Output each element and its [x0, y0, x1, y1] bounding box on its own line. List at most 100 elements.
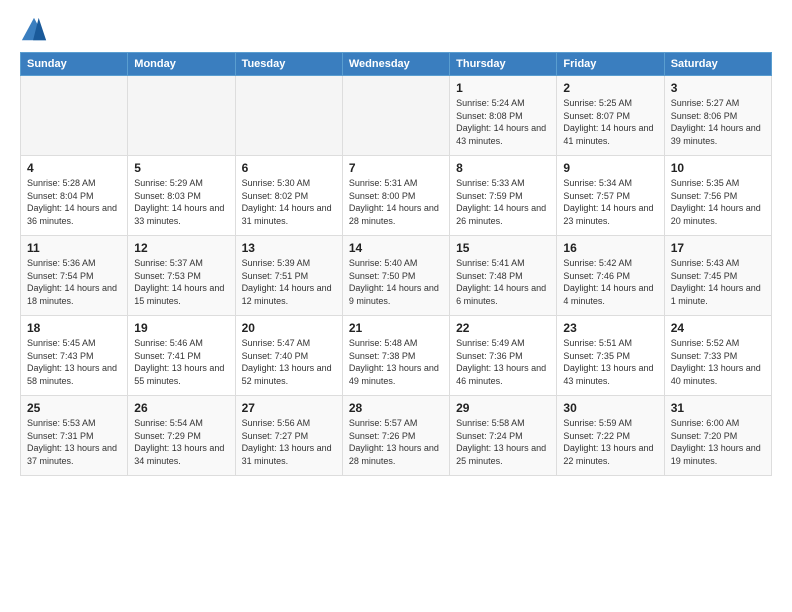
- calendar-week-1: 1 Sunrise: 5:24 AM Sunset: 8:08 PM Daylig…: [21, 76, 772, 156]
- calendar-cell: 6 Sunrise: 5:30 AM Sunset: 8:02 PM Daylig…: [235, 156, 342, 236]
- day-info: Sunrise: 5:36 AM Sunset: 7:54 PM Dayligh…: [27, 257, 121, 307]
- day-info: Sunrise: 5:37 AM Sunset: 7:53 PM Dayligh…: [134, 257, 228, 307]
- calendar-cell: 23 Sunrise: 5:51 AM Sunset: 7:35 PM Dayli…: [557, 316, 664, 396]
- calendar-cell: [235, 76, 342, 156]
- calendar-cell: 10 Sunrise: 5:35 AM Sunset: 7:56 PM Dayli…: [664, 156, 771, 236]
- day-number: 4: [27, 161, 121, 175]
- day-info: Sunrise: 5:51 AM Sunset: 7:35 PM Dayligh…: [563, 337, 657, 387]
- calendar-header-row: SundayMondayTuesdayWednesdayThursdayFrid…: [21, 53, 772, 76]
- calendar-cell: 25 Sunrise: 5:53 AM Sunset: 7:31 PM Dayli…: [21, 396, 128, 476]
- calendar-cell: 24 Sunrise: 5:52 AM Sunset: 7:33 PM Dayli…: [664, 316, 771, 396]
- calendar-cell: 13Sunrise: 5:39 AM Sunset: 7:51 PM Dayli…: [235, 236, 342, 316]
- calendar-cell: [342, 76, 449, 156]
- day-number: 2: [563, 81, 657, 95]
- day-number: 16: [563, 241, 657, 255]
- calendar-cell: 3 Sunrise: 5:27 AM Sunset: 8:06 PM Daylig…: [664, 76, 771, 156]
- day-number: 19: [134, 321, 228, 335]
- day-info: Sunrise: 5:25 AM Sunset: 8:07 PM Dayligh…: [563, 97, 657, 147]
- day-number: 1: [456, 81, 550, 95]
- day-info: Sunrise: 5:49 AM Sunset: 7:36 PM Dayligh…: [456, 337, 550, 387]
- day-info: Sunrise: 5:28 AM Sunset: 8:04 PM Dayligh…: [27, 177, 121, 227]
- weekday-header-thursday: Thursday: [450, 53, 557, 76]
- day-info: Sunrise: 5:24 AM Sunset: 8:08 PM Dayligh…: [456, 97, 550, 147]
- day-number: 15: [456, 241, 550, 255]
- day-number: 21: [349, 321, 443, 335]
- weekday-header-wednesday: Wednesday: [342, 53, 449, 76]
- calendar-week-5: 25 Sunrise: 5:53 AM Sunset: 7:31 PM Dayli…: [21, 396, 772, 476]
- page: SundayMondayTuesdayWednesdayThursdayFrid…: [0, 0, 792, 612]
- day-number: 6: [242, 161, 336, 175]
- weekday-header-friday: Friday: [557, 53, 664, 76]
- day-info: Sunrise: 5:46 AM Sunset: 7:41 PM Dayligh…: [134, 337, 228, 387]
- calendar-cell: 1 Sunrise: 5:24 AM Sunset: 8:08 PM Daylig…: [450, 76, 557, 156]
- calendar-cell: 2 Sunrise: 5:25 AM Sunset: 8:07 PM Daylig…: [557, 76, 664, 156]
- day-info: Sunrise: 5:56 AM Sunset: 7:27 PM Dayligh…: [242, 417, 336, 467]
- day-info: Sunrise: 5:43 AM Sunset: 7:45 PM Dayligh…: [671, 257, 765, 307]
- calendar-cell: [128, 76, 235, 156]
- day-info: Sunrise: 5:29 AM Sunset: 8:03 PM Dayligh…: [134, 177, 228, 227]
- day-info: Sunrise: 6:00 AM Sunset: 7:20 PM Dayligh…: [671, 417, 765, 467]
- day-info: Sunrise: 5:35 AM Sunset: 7:56 PM Dayligh…: [671, 177, 765, 227]
- day-number: 23: [563, 321, 657, 335]
- day-number: 3: [671, 81, 765, 95]
- calendar-cell: 30 Sunrise: 5:59 AM Sunset: 7:22 PM Dayli…: [557, 396, 664, 476]
- calendar-cell: 12 Sunrise: 5:37 AM Sunset: 7:53 PM Dayli…: [128, 236, 235, 316]
- day-info: Sunrise: 5:42 AM Sunset: 7:46 PM Dayligh…: [563, 257, 657, 307]
- day-info: Sunrise: 5:58 AM Sunset: 7:24 PM Dayligh…: [456, 417, 550, 467]
- weekday-header-sunday: Sunday: [21, 53, 128, 76]
- day-info: Sunrise: 5:47 AM Sunset: 7:40 PM Dayligh…: [242, 337, 336, 387]
- day-info: Sunrise: 5:57 AM Sunset: 7:26 PM Dayligh…: [349, 417, 443, 467]
- day-info: Sunrise: 5:30 AM Sunset: 8:02 PM Dayligh…: [242, 177, 336, 227]
- calendar-cell: 28 Sunrise: 5:57 AM Sunset: 7:26 PM Dayli…: [342, 396, 449, 476]
- day-number: 28: [349, 401, 443, 415]
- day-info: Sunrise: 5:27 AM Sunset: 8:06 PM Dayligh…: [671, 97, 765, 147]
- calendar-cell: 18 Sunrise: 5:45 AM Sunset: 7:43 PM Dayli…: [21, 316, 128, 396]
- day-info: Sunrise: 5:41 AM Sunset: 7:48 PM Dayligh…: [456, 257, 550, 307]
- day-info: Sunrise: 5:52 AM Sunset: 7:33 PM Dayligh…: [671, 337, 765, 387]
- weekday-header-monday: Monday: [128, 53, 235, 76]
- day-info: Sunrise: 5:59 AM Sunset: 7:22 PM Dayligh…: [563, 417, 657, 467]
- day-number: 9: [563, 161, 657, 175]
- day-number: 24: [671, 321, 765, 335]
- calendar-cell: 31 Sunrise: 6:00 AM Sunset: 7:20 PM Dayli…: [664, 396, 771, 476]
- day-info: Sunrise: 5:39 AM Sunset: 7:51 PM Dayligh…: [242, 257, 336, 307]
- calendar-cell: 19 Sunrise: 5:46 AM Sunset: 7:41 PM Dayli…: [128, 316, 235, 396]
- day-number: 12: [134, 241, 228, 255]
- calendar-cell: 22 Sunrise: 5:49 AM Sunset: 7:36 PM Dayli…: [450, 316, 557, 396]
- calendar-week-4: 18 Sunrise: 5:45 AM Sunset: 7:43 PM Dayli…: [21, 316, 772, 396]
- day-number: 17: [671, 241, 765, 255]
- day-number: 27: [242, 401, 336, 415]
- calendar-cell: 20Sunrise: 5:47 AM Sunset: 7:40 PM Dayli…: [235, 316, 342, 396]
- day-number: 22: [456, 321, 550, 335]
- day-number: 11: [27, 241, 121, 255]
- day-number: 5: [134, 161, 228, 175]
- calendar-cell: 15 Sunrise: 5:41 AM Sunset: 7:48 PM Dayli…: [450, 236, 557, 316]
- day-number: 7: [349, 161, 443, 175]
- calendar-table: SundayMondayTuesdayWednesdayThursdayFrid…: [20, 52, 772, 476]
- day-info: Sunrise: 5:40 AM Sunset: 7:50 PM Dayligh…: [349, 257, 443, 307]
- day-info: Sunrise: 5:31 AM Sunset: 8:00 PM Dayligh…: [349, 177, 443, 227]
- calendar-cell: 14 Sunrise: 5:40 AM Sunset: 7:50 PM Dayli…: [342, 236, 449, 316]
- day-number: 14: [349, 241, 443, 255]
- calendar-cell: 27 Sunrise: 5:56 AM Sunset: 7:27 PM Dayli…: [235, 396, 342, 476]
- day-info: Sunrise: 5:33 AM Sunset: 7:59 PM Dayligh…: [456, 177, 550, 227]
- calendar-cell: 7 Sunrise: 5:31 AM Sunset: 8:00 PM Daylig…: [342, 156, 449, 236]
- day-info: Sunrise: 5:48 AM Sunset: 7:38 PM Dayligh…: [349, 337, 443, 387]
- calendar-cell: 16 Sunrise: 5:42 AM Sunset: 7:46 PM Dayli…: [557, 236, 664, 316]
- calendar-cell: 26Sunrise: 5:54 AM Sunset: 7:29 PM Dayli…: [128, 396, 235, 476]
- calendar-cell: 11 Sunrise: 5:36 AM Sunset: 7:54 PM Dayli…: [21, 236, 128, 316]
- day-number: 25: [27, 401, 121, 415]
- calendar-cell: 5 Sunrise: 5:29 AM Sunset: 8:03 PM Daylig…: [128, 156, 235, 236]
- day-info: Sunrise: 5:45 AM Sunset: 7:43 PM Dayligh…: [27, 337, 121, 387]
- day-number: 10: [671, 161, 765, 175]
- day-info: Sunrise: 5:53 AM Sunset: 7:31 PM Dayligh…: [27, 417, 121, 467]
- logo-icon: [20, 16, 48, 44]
- day-number: 31: [671, 401, 765, 415]
- weekday-header-saturday: Saturday: [664, 53, 771, 76]
- weekday-header-tuesday: Tuesday: [235, 53, 342, 76]
- day-number: 30: [563, 401, 657, 415]
- calendar-cell: 29Sunrise: 5:58 AM Sunset: 7:24 PM Dayli…: [450, 396, 557, 476]
- calendar-cell: 8Sunrise: 5:33 AM Sunset: 7:59 PM Daylig…: [450, 156, 557, 236]
- calendar-cell: 4 Sunrise: 5:28 AM Sunset: 8:04 PM Daylig…: [21, 156, 128, 236]
- day-number: 18: [27, 321, 121, 335]
